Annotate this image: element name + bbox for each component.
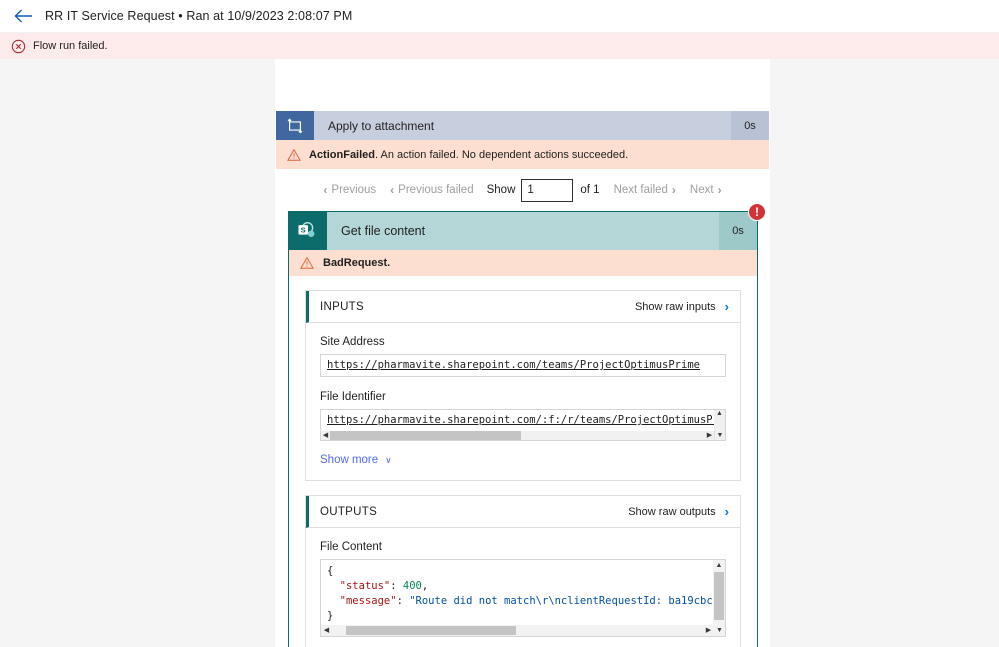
hscroll-track[interactable] [332, 625, 703, 636]
top-bar: RR IT Service Request • Ran at 10/9/2023… [0, 0, 999, 33]
hscroll-right-arrow-icon[interactable]: ▶ [705, 431, 714, 440]
flow-run-failed-text: Flow run failed. [33, 40, 108, 52]
previous-failed-label: Previous failed [398, 184, 474, 196]
vscroll-down-arrow-icon[interactable]: ▼ [714, 625, 725, 636]
inputs-heading: INPUTS [320, 300, 364, 313]
code-key-message: "message" [339, 595, 397, 607]
warning-triangle-icon [287, 148, 301, 162]
hscroll-left-arrow-icon[interactable]: ◀ [321, 625, 332, 636]
vscroll-down-arrow-icon[interactable]: ▼ [714, 431, 725, 440]
file-identifier-hscrollbar[interactable]: ◀ ▶ ▼ [321, 431, 725, 440]
chevron-right-icon: › [717, 183, 722, 197]
action-card-header[interactable]: S Get file content 0s ! [289, 203, 766, 250]
show-more-label: Show more [320, 454, 379, 466]
code-value-status: 400 [402, 580, 422, 592]
outputs-heading: OUTPUTS [320, 505, 378, 518]
code-vscrollbar[interactable]: ▲ [713, 560, 725, 625]
page-title: RR IT Service Request • Ran at 10/9/2023… [45, 9, 353, 23]
outputs-panel-header: OUTPUTS Show raw outputs › [306, 496, 740, 528]
vscroll-up-arrow-icon[interactable]: ▲ [713, 560, 725, 571]
outputs-panel-body: File Content { "status": 400, "message":… [306, 528, 740, 647]
file-identifier-field: File Identifier https://pharmavite.share… [320, 391, 726, 441]
code-comma-1: , [421, 580, 429, 592]
file-identifier-input[interactable]: https://pharmavite.sharepoint.com/:f:/r/… [320, 409, 726, 441]
scope-error-message: . An action failed. No dependent actions… [375, 148, 629, 161]
previous-failed-button[interactable]: ‹ Previous failed [383, 184, 480, 196]
show-label: Show [486, 184, 516, 196]
hscroll-right-arrow-icon[interactable]: ▶ [703, 625, 714, 636]
chevron-right-icon[interactable]: › [725, 300, 729, 313]
previous-button[interactable]: ‹ Previous [316, 184, 383, 196]
next-failed-button[interactable]: Next failed › [607, 184, 683, 196]
show-more-button[interactable]: Show more ∨ [320, 454, 392, 466]
previous-label: Previous [331, 184, 377, 196]
hscroll-thumb[interactable] [346, 626, 516, 635]
action-card-title: Get file content [341, 224, 426, 238]
sharepoint-icon: S [289, 212, 327, 250]
show-raw-inputs-link[interactable]: Show raw inputs [635, 301, 716, 313]
scope-duration: 0s [731, 111, 769, 140]
outputs-panel: OUTPUTS Show raw outputs › File Content … [305, 495, 741, 647]
chevron-right-icon: › [671, 183, 676, 197]
site-address-label: Site Address [320, 336, 385, 348]
inputs-panel-body: Site Address https://pharmavite.sharepoi… [306, 323, 740, 480]
inputs-panel-header: INPUTS Show raw inputs › [306, 291, 740, 323]
hscroll-track[interactable] [330, 431, 705, 440]
site-address-value: https://pharmavite.sharepoint.com/teams/… [327, 359, 700, 371]
iteration-pager: ‹ Previous ‹ Previous failed Show of 1 N… [276, 169, 769, 211]
flow-run-failed-banner: Flow run failed. [0, 33, 999, 59]
chevron-left-icon: ‹ [390, 183, 395, 197]
next-label: Next [689, 184, 714, 196]
hscroll-thumb[interactable] [330, 431, 522, 440]
chevron-down-icon: ∨ [385, 454, 392, 465]
flow-canvas: Apply to attachment 0s ActionFailed. An … [0, 59, 999, 647]
scope-error-code: ActionFailed [309, 148, 376, 161]
scope-error-banner: ActionFailed. An action failed. No depen… [276, 140, 769, 169]
error-circle-icon [11, 39, 26, 54]
inputs-panel: INPUTS Show raw inputs › Site Address ht… [305, 290, 741, 481]
vscroll-thumb[interactable] [714, 572, 724, 620]
show-raw-outputs-link[interactable]: Show raw outputs [628, 506, 715, 518]
chevron-left-icon: ‹ [323, 183, 328, 197]
code-line-1: { [327, 565, 334, 577]
file-content-label: File Content [320, 541, 383, 553]
code-hscrollbar[interactable]: ◀ ▶ ▼ [321, 625, 725, 636]
error-badge-icon: ! [748, 203, 766, 221]
hscroll-left-arrow-icon[interactable]: ◀ [321, 431, 330, 440]
code-sep-1: : [390, 580, 403, 592]
scope-card-header[interactable]: Apply to attachment 0s [276, 111, 769, 140]
scope-card-title: Apply to attachment [328, 118, 435, 133]
code-sep-2: : [396, 595, 410, 607]
code-line-4: } [327, 610, 334, 622]
site-address-input[interactable]: https://pharmavite.sharepoint.com/teams/… [320, 354, 726, 377]
chevron-right-icon[interactable]: › [725, 505, 729, 518]
site-address-field: Site Address https://pharmavite.sharepoi… [320, 336, 726, 377]
back-arrow-icon[interactable] [13, 6, 33, 26]
svg-text:S: S [301, 225, 306, 234]
action-error-banner: BadRequest. [289, 250, 757, 276]
next-failed-label: Next failed [613, 184, 668, 196]
file-content-code-box[interactable]: { "status": 400, "message": "Route did n… [320, 559, 726, 637]
warning-triangle-icon [300, 256, 314, 270]
action-card-body: INPUTS Show raw inputs › Site Address ht… [289, 276, 757, 647]
action-card-get-file-content: S Get file content 0s ! BadRequest. INPU… [288, 203, 766, 647]
foreach-loop-icon [276, 111, 314, 140]
of-total-label: of 1 [580, 184, 600, 196]
file-identifier-vscroll-stub[interactable]: ▲ [714, 410, 725, 431]
code-key-status: "status" [339, 580, 391, 592]
file-identifier-value: https://pharmavite.sharepoint.com/:f:/r/… [327, 414, 726, 426]
code-value-message: "Route did not match\r\nclientRequestId:… [409, 595, 726, 607]
file-identifier-label: File Identifier [320, 391, 386, 403]
action-error-text: BadRequest. [323, 257, 391, 269]
iteration-number-input[interactable] [521, 178, 574, 202]
next-button[interactable]: Next › [683, 184, 729, 196]
file-content-code-text: { "status": 400, "message": "Route did n… [321, 560, 725, 624]
